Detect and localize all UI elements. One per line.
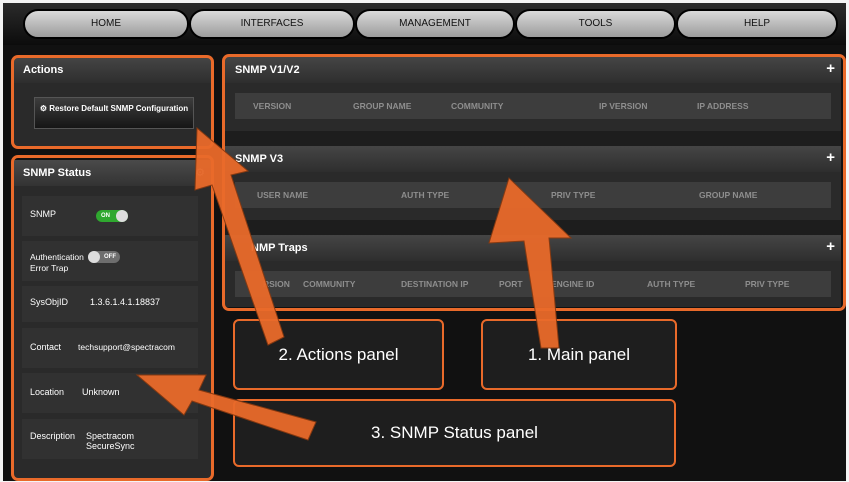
callout-arrows	[135, 126, 573, 441]
arrow-to-status	[135, 374, 317, 441]
arrow-to-main	[488, 177, 573, 349]
app-window: HOME INTERFACES MANAGEMENT TOOLS HELP Ac…	[3, 3, 846, 481]
arrow-to-actions	[194, 126, 285, 346]
